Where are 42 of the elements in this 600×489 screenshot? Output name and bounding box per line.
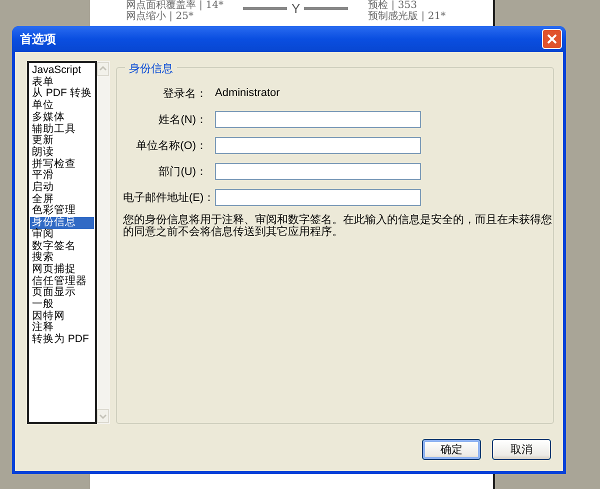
document-text: 网点缩小 | 25* <box>126 11 194 22</box>
category-item[interactable]: 平滑 <box>30 170 94 182</box>
field-label: 姓名(N)： <box>158 112 207 126</box>
category-item[interactable]: 全屏 <box>30 194 94 206</box>
info-text: 您的身份信息将用于注释、审阅和数字签名。在此输入的信息是安全的，而且在未获得您的同意之前不会将信息传送到其它应用程序。 <box>123 214 553 238</box>
category-item[interactable]: 数字签名 <box>30 240 94 252</box>
document-text: 预制感光版 | 21* <box>368 11 446 22</box>
category-item[interactable]: 页面显示 <box>30 287 94 300</box>
category-item[interactable]: 网页捕捉 <box>30 264 94 276</box>
group-title: 身份信息 <box>125 61 177 76</box>
window-title: 首选项 <box>20 30 56 48</box>
scroll-down-icon[interactable] <box>97 409 109 423</box>
category-item[interactable]: 从 PDF 转换 <box>30 88 94 100</box>
dialog-button[interactable]: 取消 <box>492 439 551 460</box>
login-name: Administrator <box>215 87 280 99</box>
category-item[interactable]: 启动 <box>30 182 94 194</box>
close-icon <box>546 33 558 45</box>
category-item[interactable]: 拼写检查 <box>30 158 94 170</box>
category-item[interactable]: 多媒体 <box>30 112 94 124</box>
category-item[interactable]: 一般 <box>30 299 94 311</box>
category-item[interactable]: 更新 <box>30 135 94 147</box>
category-item[interactable]: 身份信息 <box>30 217 94 229</box>
category-item[interactable]: 单位 <box>30 100 94 112</box>
category-item[interactable]: 转换为 PDF <box>30 334 94 346</box>
document-text: 预检 | 353 <box>368 0 418 11</box>
close-button[interactable] <box>542 29 562 49</box>
field-label: 部门(U)： <box>158 164 207 178</box>
category-item[interactable]: 朗读 <box>30 146 94 159</box>
category-item[interactable]: 辅助工具 <box>30 124 94 136</box>
field-label: 登录名： <box>162 86 207 100</box>
document-heading: Y <box>291 0 300 16</box>
category-item[interactable]: 因特网 <box>30 310 94 322</box>
dialog-button[interactable]: 确定 <box>422 439 481 460</box>
category-item[interactable]: 表单 <box>30 76 94 88</box>
category-item[interactable]: 注释 <box>30 322 94 334</box>
category-item[interactable]: JavaScript <box>30 65 94 77</box>
category-item[interactable]: 信任管理器 <box>30 276 94 288</box>
category-item[interactable]: 审阅 <box>30 228 94 241</box>
category-item[interactable]: 搜索 <box>30 252 94 264</box>
scroll-up-icon[interactable] <box>97 62 109 76</box>
field-label: 单位名称(O)： <box>135 138 207 152</box>
category-item[interactable]: 色彩管理 <box>30 205 94 218</box>
